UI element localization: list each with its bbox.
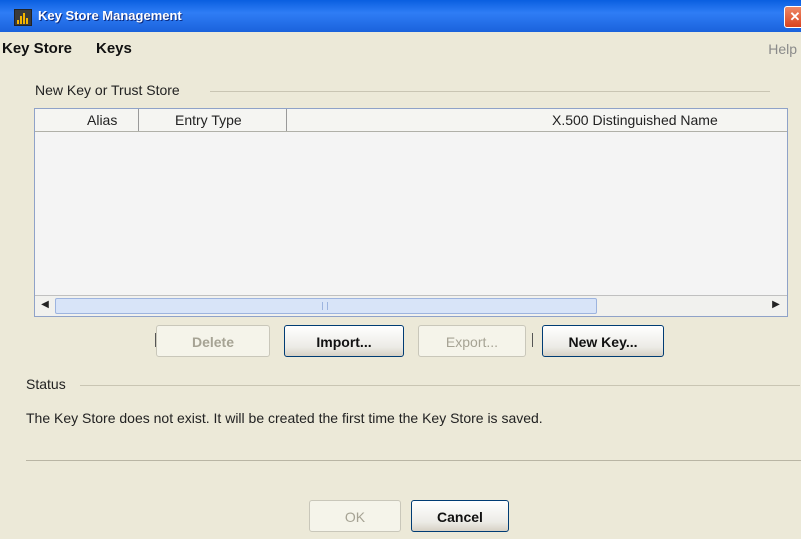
- status-message: The Key Store does not exist. It will be…: [26, 410, 543, 426]
- key-store-management-window: Key Store Management ✕ Key Store Keys He…: [0, 0, 801, 539]
- table-header: Alias Entry Type X.500 Distinguished Nam…: [35, 109, 787, 132]
- menu-key-store[interactable]: Key Store: [2, 40, 72, 57]
- keystore-panel-title: New Key or Trust Store: [35, 82, 180, 98]
- horizontal-scrollbar[interactable]: ◀ ▶: [35, 295, 787, 316]
- menu-keys-label: Keys: [96, 40, 132, 57]
- column-header-entry-type[interactable]: Entry Type: [175, 112, 242, 128]
- cancel-button[interactable]: Cancel: [411, 500, 509, 532]
- keystore-table[interactable]: Alias Entry Type X.500 Distinguished Nam…: [34, 108, 788, 317]
- status-panel-title: Status: [26, 376, 66, 392]
- window-title: Key Store Management: [38, 8, 182, 23]
- scroll-left-icon[interactable]: ◀: [38, 298, 52, 312]
- column-divider[interactable]: [286, 109, 287, 131]
- new-key-button[interactable]: New Key...: [542, 325, 664, 357]
- close-icon[interactable]: ✕: [784, 6, 801, 28]
- keystore-panel-divider: [210, 91, 770, 92]
- menu-keys[interactable]: Keys: [96, 40, 132, 57]
- title-bar[interactable]: Key Store Management ✕: [0, 0, 801, 32]
- ok-button[interactable]: OK: [309, 500, 401, 532]
- column-header-x500-name[interactable]: X.500 Distinguished Name: [552, 112, 718, 128]
- export-button[interactable]: Export...: [418, 325, 526, 357]
- import-button[interactable]: Import...: [284, 325, 404, 357]
- menu-help[interactable]: Help: [768, 41, 797, 57]
- button-separator: [532, 333, 533, 347]
- menu-key-store-label: Key Store: [2, 40, 73, 57]
- scrollbar-thumb[interactable]: [55, 298, 597, 314]
- status-panel-divider: [80, 385, 800, 386]
- menu-bar: Key Store Keys Help: [0, 32, 801, 62]
- status-panel-bottom-divider: [26, 460, 801, 461]
- app-icon: [14, 9, 32, 26]
- scrollbar-grip: [322, 302, 328, 310]
- scroll-right-icon[interactable]: ▶: [769, 298, 783, 312]
- delete-button[interactable]: Delete: [156, 325, 270, 357]
- column-header-alias[interactable]: Alias: [87, 112, 117, 128]
- column-divider[interactable]: [138, 109, 139, 131]
